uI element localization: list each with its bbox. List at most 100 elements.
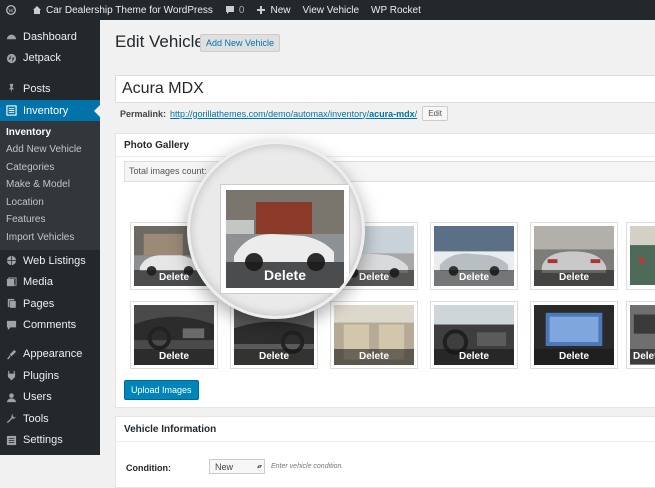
pages-icon: [7, 299, 17, 309]
sidebar-item-label: Inventory: [23, 104, 69, 117]
sidebar-item-jetpack[interactable]: Jetpack: [0, 48, 100, 70]
gallery-thumbnail[interactable]: Delete: [430, 301, 518, 369]
new-content-link[interactable]: New: [250, 0, 296, 20]
delete-image-button[interactable]: Delete: [434, 349, 514, 365]
sidebar-item-inventory[interactable]: Inventory: [0, 99, 100, 122]
submenu-item-import-vehicles[interactable]: Import Vehicles: [0, 228, 100, 246]
dashboard-icon: [6, 34, 17, 40]
home-icon: [33, 6, 41, 14]
gallery-thumbnail[interactable]: Delete: [330, 301, 418, 369]
submenu-item-categories[interactable]: Categories: [0, 158, 100, 176]
permalink-end: /: [414, 108, 418, 119]
site-name: Car Dealership Theme for WordPress: [46, 4, 213, 16]
edit-permalink-button[interactable]: Edit: [422, 106, 448, 121]
comments-link[interactable]: 0: [219, 0, 251, 20]
sidebar-item-label: Jetpack: [23, 52, 61, 65]
car-photo-street: [630, 226, 655, 286]
permalink-link[interactable]: http://gorillathemes.com/demo/automax/in…: [170, 109, 417, 119]
sidebar-item-comments[interactable]: Comments: [0, 315, 100, 337]
users-icon: [6, 393, 17, 402]
sidebar-item-label: Plugins: [23, 369, 60, 382]
delete-image-button[interactable]: Delete: [434, 270, 514, 286]
comment-bubble-icon: [225, 6, 234, 14]
gallery-thumbnail[interactable]: Delete: [530, 222, 618, 290]
settings-icon: [6, 435, 17, 446]
condition-label: Condition:: [126, 463, 171, 473]
magnifier-lens: Delete: [187, 141, 365, 319]
plug-icon: [7, 371, 16, 381]
new-label: New: [270, 4, 291, 16]
sidebar-item-pages[interactable]: Pages: [0, 293, 100, 315]
gallery-thumbnail[interactable]: Delete: [626, 301, 655, 369]
delete-image-button[interactable]: Delete: [534, 270, 614, 286]
sidebar-item-label: Web Listings: [23, 254, 86, 267]
vehicle-information-title: Vehicle Information: [116, 417, 655, 442]
delete-image-button[interactable]: Delete: [134, 349, 214, 365]
add-new-vehicle-button[interactable]: Add New Vehicle: [200, 34, 281, 52]
sidebar-item-label: Posts: [23, 82, 51, 95]
plus-icon: [257, 6, 266, 14]
delete-image-button[interactable]: Delete: [334, 349, 414, 365]
delete-image-button[interactable]: Delete: [630, 349, 655, 365]
main-content: Edit Vehicle Add New Vehicle Acura MDX P…: [100, 20, 655, 488]
jetpack-icon: [6, 53, 17, 63]
permalink-label: Permalink:: [120, 108, 167, 119]
submenu-item-features[interactable]: Features: [0, 211, 100, 229]
gallery-thumbnail[interactable]: Delete: [430, 222, 518, 290]
sidebar-item-plugins[interactable]: Plugins: [0, 365, 100, 387]
sidebar-item-label: Users: [23, 391, 52, 404]
vehicle-information-box: Vehicle Information Condition: New Enter…: [115, 416, 655, 488]
sidebar-item-posts[interactable]: Posts: [0, 78, 100, 100]
permalink-row: Permalink: http://gorillathemes.com/demo…: [120, 106, 448, 121]
media-icon: [6, 277, 17, 286]
svg-text:W: W: [8, 9, 14, 15]
submenu-item-add-new-vehicle[interactable]: Add New Vehicle: [0, 141, 100, 159]
sidebar-item-label: Tools: [23, 412, 49, 425]
condition-select[interactable]: New: [209, 459, 265, 475]
wp-rocket-link[interactable]: WP Rocket: [365, 0, 427, 20]
wordpress-icon: W: [6, 5, 16, 15]
upload-images-button[interactable]: Upload Images: [124, 380, 199, 400]
globe-icon: [6, 256, 17, 266]
site-name-link[interactable]: Car Dealership Theme for WordPress: [26, 0, 219, 20]
sidebar-item-tools[interactable]: Tools: [0, 408, 100, 430]
inventory-submenu: Inventory Add New Vehicle Categories Mak…: [0, 121, 100, 250]
submenu-item-location[interactable]: Location: [0, 193, 100, 211]
gallery-thumbnail[interactable]: [626, 222, 655, 290]
sidebar-item-users[interactable]: Users: [0, 386, 100, 408]
permalink-slug: acura-mdx: [369, 108, 415, 119]
delete-image-button-magnified[interactable]: Delete: [226, 262, 344, 288]
sidebar-item-label: Appearance: [23, 348, 83, 361]
wp-rocket-label: WP Rocket: [371, 4, 421, 16]
sidebar-item-appearance[interactable]: Appearance: [0, 343, 100, 365]
submenu-item-inventory[interactable]: Inventory: [0, 123, 100, 141]
delete-image-button[interactable]: Delete: [234, 349, 314, 365]
wrench-icon: [6, 414, 17, 424]
comments-icon: [6, 320, 17, 331]
gallery-thumbnail[interactable]: Delete: [130, 301, 218, 369]
sidebar-item-label: Comments: [23, 319, 77, 332]
sidebar-item-label: Media: [23, 276, 53, 289]
photo-gallery-title: Photo Gallery: [116, 134, 655, 157]
magnified-thumbnail: Delete: [220, 184, 350, 294]
vehicle-title-input[interactable]: Acura MDX: [115, 75, 655, 103]
admin-bar: W Car Dealership Theme for WordPress 0 N…: [0, 0, 655, 20]
permalink-base: http://gorillathemes.com/demo/automax/in…: [170, 108, 370, 119]
admin-sidebar: Dashboard Jetpack Posts Inventory Invent…: [0, 20, 100, 455]
sidebar-item-web-listings[interactable]: Web Listings: [0, 250, 100, 272]
pin-icon: [8, 84, 15, 94]
brush-icon: [6, 349, 17, 359]
submenu-item-make-model[interactable]: Make & Model: [0, 176, 100, 194]
inventory-icon: [6, 105, 17, 116]
sidebar-item-label: Pages: [23, 297, 55, 310]
gallery-thumbnail[interactable]: Delete: [530, 301, 618, 369]
sidebar-item-label: Dashboard: [23, 30, 77, 43]
sidebar-item-settings[interactable]: Settings: [0, 430, 100, 452]
sidebar-item-media[interactable]: Media: [0, 271, 100, 293]
view-vehicle-link[interactable]: View Vehicle: [297, 0, 366, 20]
delete-image-button[interactable]: Delete: [534, 349, 614, 365]
condition-hint: Enter vehicle condition.: [271, 463, 344, 470]
wordpress-logo[interactable]: W: [0, 0, 26, 20]
sidebar-item-label: Settings: [23, 434, 63, 447]
sidebar-item-dashboard[interactable]: Dashboard: [0, 26, 100, 48]
